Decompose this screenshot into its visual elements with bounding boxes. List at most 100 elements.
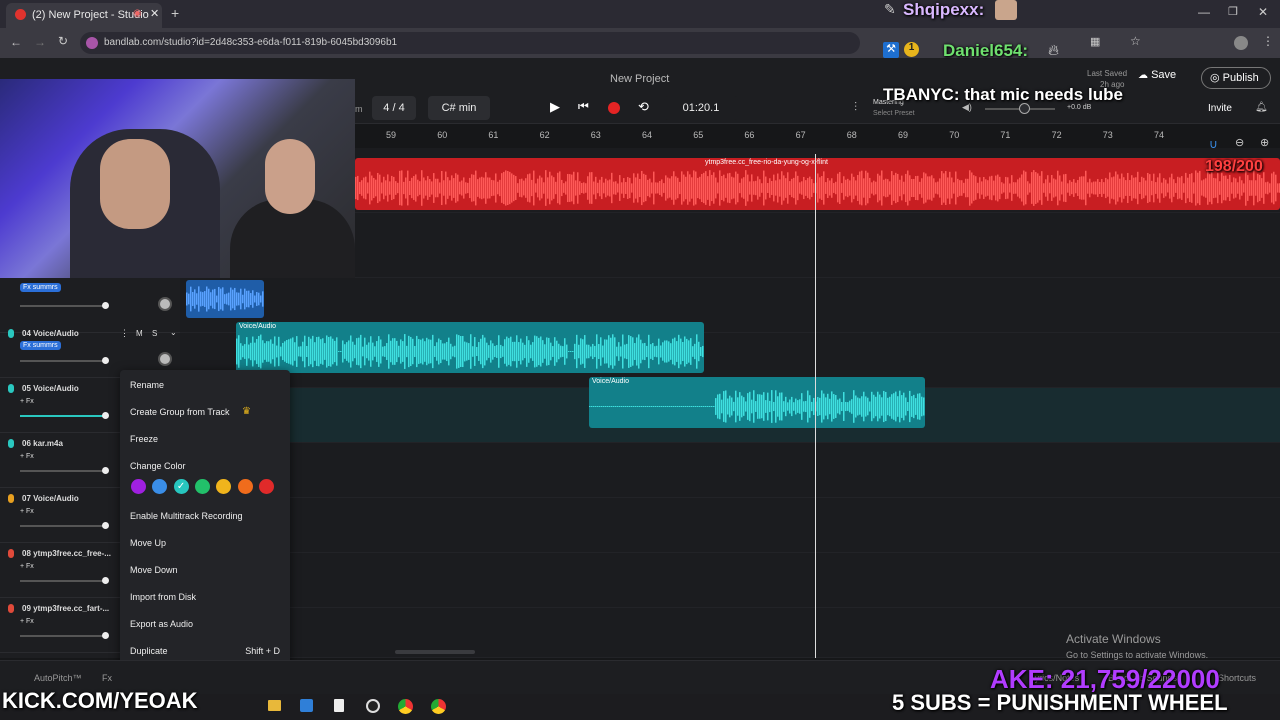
- audio-clip-voice-2[interactable]: Voice/Audio: [589, 377, 925, 428]
- track-name[interactable]: 08 ytmp3free.cc_free-...: [22, 549, 111, 558]
- autopitch-button[interactable]: AutoPitch™: [34, 673, 82, 683]
- notifications-bell-icon[interactable]: 🔔︎: [1255, 102, 1268, 113]
- browser-tab[interactable]: (2) New Project - Studio ◉ ✕: [6, 3, 162, 28]
- volume-knob[interactable]: [102, 357, 109, 364]
- horizontal-scrollbar[interactable]: [395, 650, 475, 654]
- track-volume-slider[interactable]: [20, 577, 109, 584]
- master-volume-slider[interactable]: [985, 103, 1055, 114]
- playhead[interactable]: [815, 154, 816, 658]
- pan-knob-icon[interactable]: [158, 297, 172, 311]
- fx-button[interactable]: Fx: [102, 673, 112, 683]
- add-fx-button[interactable]: + Fx: [20, 453, 34, 460]
- track-volume-slider[interactable]: [20, 522, 109, 529]
- extensions-icon[interactable]: ▦: [1090, 35, 1100, 48]
- volume-knob[interactable]: [102, 412, 109, 419]
- restore-icon[interactable]: ❐: [1228, 5, 1238, 18]
- file-explorer-icon[interactable]: [268, 700, 281, 711]
- rewind-icon[interactable]: ⏮: [578, 99, 589, 114]
- volume-knob[interactable]: [102, 577, 109, 584]
- track-name[interactable]: 06 kar.m4a: [22, 439, 63, 448]
- track-name[interactable]: 05 Voice/Audio: [22, 384, 79, 393]
- track-volume-slider[interactable]: [20, 302, 109, 309]
- track-volume-slider[interactable]: [20, 632, 109, 639]
- more-options-icon[interactable]: ⋮: [120, 328, 129, 339]
- color-swatch[interactable]: [131, 479, 146, 494]
- track-lane[interactable]: [180, 498, 1280, 553]
- add-fx-button[interactable]: + Fx: [20, 508, 34, 515]
- play-icon[interactable]: ▶: [550, 99, 560, 115]
- fx-badge[interactable]: Fx summrs: [20, 341, 61, 350]
- color-swatch[interactable]: [237, 479, 253, 494]
- add-fx-button[interactable]: + Fx: [20, 563, 34, 570]
- back-icon[interactable]: ←: [10, 35, 22, 49]
- publish-button[interactable]: ◎ Publish: [1201, 67, 1271, 89]
- menu-kebab-icon[interactable]: ⋮: [1262, 34, 1274, 48]
- chevron-down-icon[interactable]: ⌄: [170, 328, 177, 337]
- volume-knob[interactable]: [102, 302, 109, 309]
- clip-title: ytmp3free.cc_free-rio-da-yung-og-x-flint: [705, 159, 828, 166]
- audio-clip-red[interactable]: ytmp3free.cc_free-rio-da-yung-og-x-flint: [355, 158, 1280, 210]
- record-icon[interactable]: [608, 102, 620, 114]
- url-field[interactable]: bandlab.com/studio?id=2d48c353-e6da-f011…: [80, 32, 860, 54]
- chrome-icon[interactable]: [398, 699, 413, 714]
- tab-close-icon[interactable]: ✕: [150, 7, 159, 20]
- store-icon[interactable]: [300, 699, 313, 712]
- tab-audio-icon[interactable]: ◉: [133, 8, 142, 19]
- loop-icon[interactable]: ⟲: [638, 99, 649, 115]
- color-swatch[interactable]: [216, 479, 232, 494]
- project-title[interactable]: New Project: [610, 73, 669, 85]
- time-signature-button[interactable]: 4 / 4: [372, 96, 416, 120]
- context-menu-item[interactable]: Export as Audio: [130, 619, 193, 629]
- invite-button[interactable]: Invite: [1208, 103, 1232, 114]
- volume-knob[interactable]: [102, 632, 109, 639]
- solo-button[interactable]: S: [152, 329, 157, 338]
- profile-avatar[interactable]: [1234, 36, 1248, 50]
- audio-clip-voice-1[interactable]: Voice/Audio: [236, 322, 704, 373]
- reload-icon[interactable]: ↻: [58, 34, 68, 48]
- color-swatch[interactable]: [152, 479, 168, 494]
- fx-badge[interactable]: Fx summrs: [20, 283, 61, 292]
- forward-icon[interactable]: →: [34, 35, 46, 49]
- notepad-icon[interactable]: [334, 699, 344, 712]
- mastering-icon[interactable]: ⫶: [854, 100, 857, 115]
- volume-knob[interactable]: [102, 467, 109, 474]
- obs-icon[interactable]: [366, 699, 380, 713]
- track-volume-slider[interactable]: [20, 412, 109, 419]
- site-info-icon[interactable]: [86, 37, 98, 49]
- context-menu-item[interactable]: Freeze: [130, 434, 158, 444]
- pan-knob-icon[interactable]: [158, 352, 172, 366]
- volume-knob[interactable]: [102, 522, 109, 529]
- context-menu-item[interactable]: Move Down: [130, 565, 178, 575]
- minimize-icon[interactable]: —: [1198, 5, 1210, 19]
- track-name[interactable]: 07 Voice/Audio: [22, 494, 79, 503]
- context-menu-item[interactable]: Enable Multitrack Recording: [130, 511, 243, 521]
- track-lane[interactable]: [180, 443, 1280, 498]
- color-swatch[interactable]: [258, 479, 274, 494]
- add-fx-button[interactable]: + Fx: [20, 398, 34, 405]
- key-button[interactable]: C# min: [428, 96, 490, 120]
- track-lane[interactable]: [180, 553, 1280, 608]
- color-swatch[interactable]: ✓: [173, 479, 189, 494]
- context-menu-item[interactable]: Rename: [130, 380, 164, 390]
- context-menu-item[interactable]: Move Up: [130, 538, 166, 548]
- context-menu-item[interactable]: Create Group from Track: [130, 407, 230, 417]
- mastering-preset[interactable]: Select Preset: [873, 110, 915, 117]
- new-tab-icon[interactable]: +: [171, 5, 179, 21]
- audio-clip-blue[interactable]: [186, 280, 264, 318]
- context-menu-item[interactable]: Import from Disk: [130, 592, 196, 602]
- track-name[interactable]: 04 Voice/Audio: [22, 329, 79, 338]
- save-button[interactable]: ☁ Save: [1138, 69, 1190, 89]
- timeline-ruler[interactable]: 59 60 61 62 63 64 65 66 67 68 69 70 71 72 73 74: [355, 128, 1255, 144]
- add-fx-button[interactable]: + Fx: [20, 618, 34, 625]
- context-menu-item[interactable]: Duplicate: [130, 646, 168, 656]
- mute-button[interactable]: M: [136, 329, 143, 338]
- context-menu-item[interactable]: Change Color: [130, 461, 186, 471]
- close-window-icon[interactable]: ✕: [1258, 5, 1268, 19]
- track-name[interactable]: 09 ytmp3free.cc_fart-...: [22, 604, 109, 613]
- color-swatch[interactable]: [194, 479, 210, 494]
- bookmark-star-icon[interactable]: ☆: [1130, 34, 1141, 48]
- track-volume-slider[interactable]: [20, 357, 109, 364]
- chrome-icon[interactable]: [431, 699, 446, 714]
- track-volume-slider[interactable]: [20, 467, 109, 474]
- shortcuts-button[interactable]: Shortcuts: [1218, 673, 1256, 683]
